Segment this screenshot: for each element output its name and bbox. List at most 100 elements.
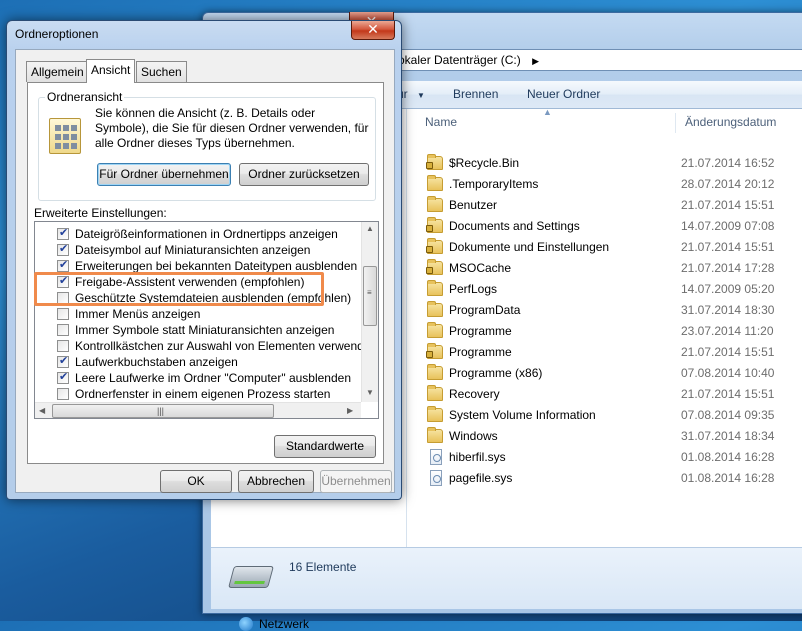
checkbox-checked[interactable] (57, 226, 69, 240)
scroll-up-icon[interactable]: ▲ (366, 224, 374, 233)
file-row[interactable]: Recovery 21.07.2014 15:51 (407, 384, 802, 405)
file-date: 31.07.2014 18:30 (681, 303, 775, 317)
group-legend: Ordneransicht (45, 90, 125, 104)
folder-icon (427, 385, 443, 401)
file-date: 14.07.2009 05:20 (681, 282, 775, 296)
setting-row[interactable]: Freigabe-Assistent verwenden (empfohlen) (35, 274, 347, 290)
file-name: Windows (449, 429, 498, 443)
checkbox-checked[interactable] (57, 274, 69, 288)
burn-button[interactable]: Brennen (453, 87, 498, 101)
vertical-scrollbar[interactable]: ▲ ≡ ▼ (361, 222, 378, 402)
file-row[interactable]: Programme 23.07.2014 11:20 (407, 321, 802, 342)
folder-icon (427, 301, 443, 317)
setting-row[interactable]: Immer Symbole statt Miniaturansichten an… (35, 322, 347, 338)
column-header-name[interactable]: Name (425, 109, 457, 135)
lock-icon (426, 162, 433, 169)
setting-label: Immer Menüs anzeigen (75, 307, 201, 321)
explorer-toolbar: ür ▼ Brennen Neuer Ordner (393, 81, 802, 109)
file-row[interactable]: Programme (x86) 07.08.2014 10:40 (407, 363, 802, 384)
setting-row[interactable]: Kontrollkästchen zur Auswahl von Element… (35, 338, 377, 354)
setting-row[interactable]: Erweiterungen bei bekannten Dateitypen a… (35, 258, 357, 274)
file-row[interactable]: Programme 21.07.2014 15:51 (407, 342, 802, 363)
lock-icon (426, 267, 433, 274)
details-pane: 16 Elemente (211, 547, 802, 609)
file-name: Programme (x86) (449, 366, 543, 380)
file-name: ProgramData (449, 303, 521, 317)
restore-defaults-button[interactable]: Standardwerte (274, 435, 376, 458)
file-row[interactable]: .TemporaryItems 28.07.2014 20:12 (407, 174, 802, 195)
cancel-button[interactable]: Abbrechen (238, 470, 314, 493)
vertical-scroll-thumb[interactable]: ≡ (363, 266, 377, 326)
checkbox-checked[interactable] (57, 258, 69, 272)
file-name: Recovery (449, 387, 500, 401)
tab-panel-ansicht: Ordneransicht Sie können die Ansicht (z.… (27, 82, 384, 464)
file-row[interactable]: System Volume Information 07.08.2014 09:3… (407, 405, 802, 426)
checkbox-checked[interactable] (57, 242, 69, 256)
nav-item-network[interactable]: Netzwerk (259, 617, 309, 631)
dialog-close-button[interactable]: ✕ (351, 21, 395, 40)
setting-row[interactable]: Dateigrößeinformationen in Ordnertipps a… (35, 226, 347, 242)
setting-label: Immer Symbole statt Miniaturansichten an… (75, 323, 335, 337)
column-separator[interactable] (675, 113, 676, 133)
file-row[interactable]: ProgramData 31.07.2014 18:30 (407, 300, 802, 321)
file-row[interactable]: MSOCache 21.07.2014 17:28 (407, 258, 802, 279)
file-row[interactable]: hiberfil.sys 01.08.2014 16:28 (407, 447, 802, 468)
file-name: System Volume Information (449, 408, 596, 422)
horizontal-scroll-thumb[interactable]: ||| (52, 404, 274, 418)
advanced-settings-list[interactable]: Dateigrößeinformationen in Ordnertipps a… (34, 221, 379, 419)
tab-allgemein[interactable]: Allgemein (26, 61, 89, 82)
folder-icon (427, 196, 443, 212)
reset-folders-button[interactable]: Ordner zurücksetzen (239, 163, 369, 186)
file-date: 21.07.2014 15:51 (681, 345, 775, 359)
setting-row[interactable]: Immer Menüs anzeigen (35, 306, 347, 322)
file-row[interactable]: Windows 31.07.2014 18:34 (407, 426, 802, 447)
advanced-settings-label: Erweiterte Einstellungen: (34, 206, 167, 220)
file-row[interactable]: $Recycle.Bin 21.07.2014 16:52 (407, 153, 802, 174)
folder-lock-icon (426, 259, 443, 275)
apply-to-folders-button[interactable]: Für Ordner übernehmen (97, 163, 231, 186)
apply-button[interactable]: Übernehmen (320, 470, 392, 493)
checkbox-checked[interactable] (57, 370, 69, 384)
file-row[interactable]: Dokumente und Einstellungen 21.07.2014 15… (407, 237, 802, 258)
checkbox-unchecked[interactable] (57, 308, 69, 320)
file-row[interactable]: pagefile.sys 01.08.2014 16:28 (407, 468, 802, 489)
scroll-left-icon[interactable]: ◀ (39, 406, 45, 415)
setting-row[interactable]: Dateisymbol auf Miniaturansichten anzeig… (35, 242, 347, 258)
column-header-date[interactable]: Änderungsdatum (685, 109, 776, 135)
file-name: Documents and Settings (449, 219, 580, 233)
lock-icon (426, 225, 433, 232)
checkbox-unchecked[interactable] (57, 340, 69, 352)
horizontal-scrollbar[interactable]: ◀ ||| ▶ (35, 402, 361, 418)
file-name: MSOCache (449, 261, 512, 275)
setting-row[interactable]: Leere Laufwerke im Ordner "Computer" aus… (35, 370, 351, 386)
address-bar[interactable]: okaler Datenträger (C:) ▶ (393, 49, 802, 71)
file-row[interactable]: PerfLogs 14.07.2009 05:20 (407, 279, 802, 300)
tab-suchen[interactable]: Suchen (136, 61, 187, 82)
dropdown-arrow-icon: ▼ (417, 91, 425, 100)
scroll-right-icon[interactable]: ▶ (347, 406, 353, 415)
setting-label: Dateigrößeinformationen in Ordnertipps a… (75, 227, 338, 241)
scroll-down-icon[interactable]: ▼ (366, 388, 374, 397)
folder-lock-icon (426, 238, 443, 254)
checkbox-unchecked[interactable] (57, 388, 69, 400)
setting-row[interactable]: Ordnerfenster in einem eigenen Prozess s… (35, 386, 347, 402)
setting-row[interactable]: Laufwerkbuchstaben anzeigen (35, 354, 347, 370)
address-text: okaler Datenträger (C:) (398, 53, 521, 67)
checkbox-checked[interactable] (57, 354, 69, 368)
address-chevron-icon[interactable]: ▶ (532, 56, 539, 66)
close-icon: ✕ (367, 21, 379, 37)
ok-button[interactable]: OK (160, 470, 232, 493)
file-row[interactable]: Benutzer 21.07.2014 15:51 (407, 195, 802, 216)
tab-ansicht[interactable]: Ansicht (86, 59, 136, 83)
new-folder-button[interactable]: Neuer Ordner (527, 87, 600, 101)
grip-icon: ||| (157, 406, 165, 416)
checkbox-unchecked[interactable] (57, 324, 69, 336)
setting-row[interactable]: Geschützte Systemdateien ausblenden (emp… (35, 290, 351, 306)
file-date: 01.08.2014 16:28 (681, 450, 775, 464)
file-date: 23.07.2014 11:20 (681, 324, 774, 338)
file-date: 31.07.2014 18:34 (681, 429, 775, 443)
file-row[interactable]: Documents and Settings 14.07.2009 07:08 (407, 216, 802, 237)
checkbox-unchecked[interactable] (57, 292, 69, 304)
file-name: PerfLogs (449, 282, 498, 296)
folder-lock-icon (426, 217, 443, 233)
